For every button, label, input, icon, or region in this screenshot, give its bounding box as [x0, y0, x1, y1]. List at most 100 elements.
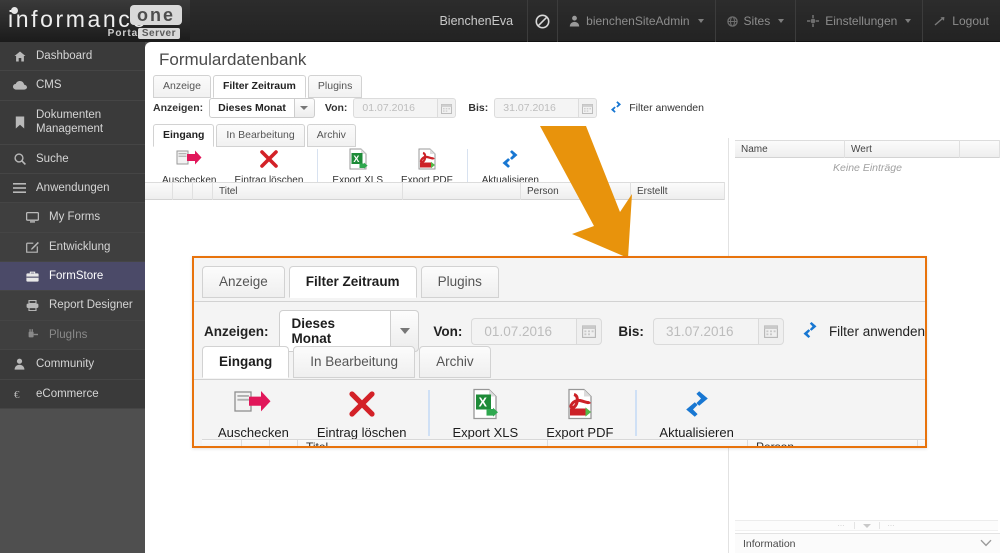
excel-file-icon: X: [348, 146, 368, 172]
callout-bis-date-field[interactable]: 31.07.2016: [652, 317, 784, 345]
range-select[interactable]: Dieses Monat: [209, 98, 315, 118]
apply-filter-label: Filter anwenden: [629, 102, 704, 114]
callout-tab-anzeige[interactable]: Anzeige: [202, 266, 285, 299]
sidebar-item-label: Suche: [36, 152, 69, 165]
callout-anzeigen-label: Anzeigen:: [204, 323, 269, 339]
callout-bis-date-input[interactable]: 31.07.2016: [652, 317, 758, 345]
sidebar-item-report-designer[interactable]: Report Designer: [0, 291, 145, 321]
toolbar-separator: [635, 390, 638, 436]
toolbar-separator: [428, 390, 431, 436]
sidebar-item-label: Report Designer: [49, 299, 133, 312]
sidebar-item-suche[interactable]: Suche: [0, 144, 145, 174]
divider: [878, 522, 880, 529]
sidebar-item-label: My Forms: [49, 211, 101, 224]
export-pdf-button[interactable]: Export PDF: [392, 146, 462, 186]
callout-eintrag-loeschen-label: Eintrag löschen: [316, 425, 407, 440]
topnav-item-sites[interactable]: Sites: [714, 0, 796, 42]
bis-date-field[interactable]: 31.07.2016: [494, 98, 598, 118]
callout-von-date-field[interactable]: 01.07.2016: [471, 317, 603, 345]
calendar-icon[interactable]: [578, 98, 598, 118]
callout-eintrag-loeschen-button[interactable]: Eintrag löschen: [303, 386, 421, 440]
sidebar-item-formstore[interactable]: FormStore: [0, 262, 154, 292]
checkout-icon: [176, 146, 202, 172]
sidebar-item-dokumenten-management[interactable]: Dokumenten Management: [0, 100, 145, 145]
topnav-item-einstellungen[interactable]: Einstellungen: [795, 0, 922, 42]
chevron-down-icon: [697, 19, 704, 23]
table-col-titel[interactable]: Titel: [213, 182, 403, 200]
menu-icon: [12, 183, 27, 194]
monitor-icon: [25, 211, 40, 223]
von-date-input[interactable]: 01.07.2016: [353, 98, 438, 118]
callout-col-titel[interactable]: Titel: [298, 439, 548, 446]
callout-apply-filter-button[interactable]: Filter anwenden: [800, 320, 925, 343]
detail-pagination-bar[interactable]: ⋯ ⋯: [735, 520, 998, 531]
information-bar[interactable]: Information: [735, 533, 1000, 553]
detail-col-name[interactable]: Name: [735, 140, 845, 158]
topnav-item-label: Einstellungen: [825, 14, 898, 28]
sidebar-item-label: Anwendungen: [36, 181, 110, 194]
sidebar-item-dashboard[interactable]: Dashboard: [0, 42, 145, 72]
callout-col-person[interactable]: Person: [748, 439, 918, 446]
calendar-icon[interactable]: [757, 317, 784, 345]
person-icon: [12, 358, 27, 370]
bookmark-icon: [12, 116, 27, 129]
callout-col-select[interactable]: [202, 439, 242, 446]
sidebar-item-community[interactable]: Community: [0, 350, 145, 380]
chevron-down-icon[interactable]: [862, 523, 871, 528]
table-col-select[interactable]: [145, 182, 173, 200]
toolbar-separator: [466, 149, 468, 183]
callout-aktualisieren-button[interactable]: Aktualisieren: [645, 386, 747, 440]
pagination-next-dots[interactable]: ⋯: [888, 522, 896, 530]
user-icon: [569, 15, 580, 27]
calendar-icon[interactable]: [576, 317, 603, 345]
callout-tab-eingang[interactable]: Eingang: [202, 346, 290, 379]
callout-tab-in-bearbeitung[interactable]: In Bearbeitung: [293, 346, 416, 379]
sidebar-item-cms[interactable]: CMS: [0, 71, 145, 101]
detail-col-blank: [960, 140, 1000, 158]
sidebar-item-plugins[interactable]: PlugIns: [0, 320, 145, 351]
detail-col-wert[interactable]: Wert: [845, 140, 960, 158]
tab-archiv[interactable]: Archiv: [306, 124, 356, 147]
plug-icon: [25, 329, 40, 340]
callout-tab-plugins[interactable]: Plugins: [420, 266, 499, 299]
range-select-button[interactable]: [294, 98, 315, 118]
no-entry-icon[interactable]: [527, 0, 557, 42]
export-xls-button[interactable]: X Export XLS: [323, 146, 392, 186]
sidebar-item-ecommerce[interactable]: € eCommerce: [0, 379, 145, 409]
tab-anzeige[interactable]: Anzeige: [153, 75, 211, 98]
callout-tab-filter-zeitraum[interactable]: Filter Zeitraum: [288, 266, 417, 299]
auschecken-button[interactable]: Auschecken: [153, 146, 225, 186]
sidebar-item-entwicklung[interactable]: Entwicklung: [0, 232, 145, 262]
tab-eingang[interactable]: Eingang: [153, 124, 215, 147]
refresh-icon: [609, 100, 623, 117]
topnav-item-siteadmin[interactable]: bienchenSiteAdmin: [557, 0, 714, 42]
calendar-icon[interactable]: [437, 98, 457, 118]
bis-date-input[interactable]: 31.07.2016: [494, 98, 579, 118]
callout-export-xls-button[interactable]: X Export XLS: [438, 386, 532, 440]
zoom-callout-box: Anzeige Filter Zeitraum Plugins Anzeigen…: [192, 256, 927, 448]
filter-bar: Anzeigen: Dieses Monat Von: 01.07.2016 B…: [153, 98, 704, 118]
pagination-prev-dots[interactable]: ⋯: [838, 522, 846, 530]
chevron-down-icon: [778, 19, 785, 23]
callout-export-pdf-button[interactable]: Export PDF: [532, 386, 627, 440]
printer-icon: [25, 300, 40, 312]
tab-in-bearbeitung[interactable]: In Bearbeitung: [216, 124, 305, 147]
topnav-item-label: Logout: [952, 14, 989, 28]
von-date-field[interactable]: 01.07.2016: [353, 98, 457, 118]
sidebar-item-label: Dokumenten Management: [36, 108, 104, 136]
sidebar-item-label: PlugIns: [49, 328, 88, 341]
callout-von-date-input[interactable]: 01.07.2016: [471, 317, 577, 345]
callout-auschecken-button[interactable]: Auschecken: [204, 386, 303, 440]
chevron-down-icon[interactable]: [980, 538, 992, 550]
tab-filter-zeitraum[interactable]: Filter Zeitraum: [212, 75, 306, 98]
sidebar-item-my-forms[interactable]: My Forms: [0, 203, 145, 233]
app-logo[interactable]: informance one Portal Server: [0, 0, 190, 42]
eintrag-loeschen-button[interactable]: Eintrag löschen: [225, 146, 312, 186]
von-label: Von:: [324, 102, 348, 114]
tab-plugins[interactable]: Plugins: [307, 75, 363, 98]
sidebar-item-anwendungen[interactable]: Anwendungen: [0, 173, 145, 204]
apply-filter-button[interactable]: Filter anwenden: [609, 100, 704, 117]
callout-col-blank: [548, 439, 748, 446]
callout-tab-archiv[interactable]: Archiv: [419, 346, 491, 379]
topnav-item-logout[interactable]: Logout: [922, 0, 1000, 42]
